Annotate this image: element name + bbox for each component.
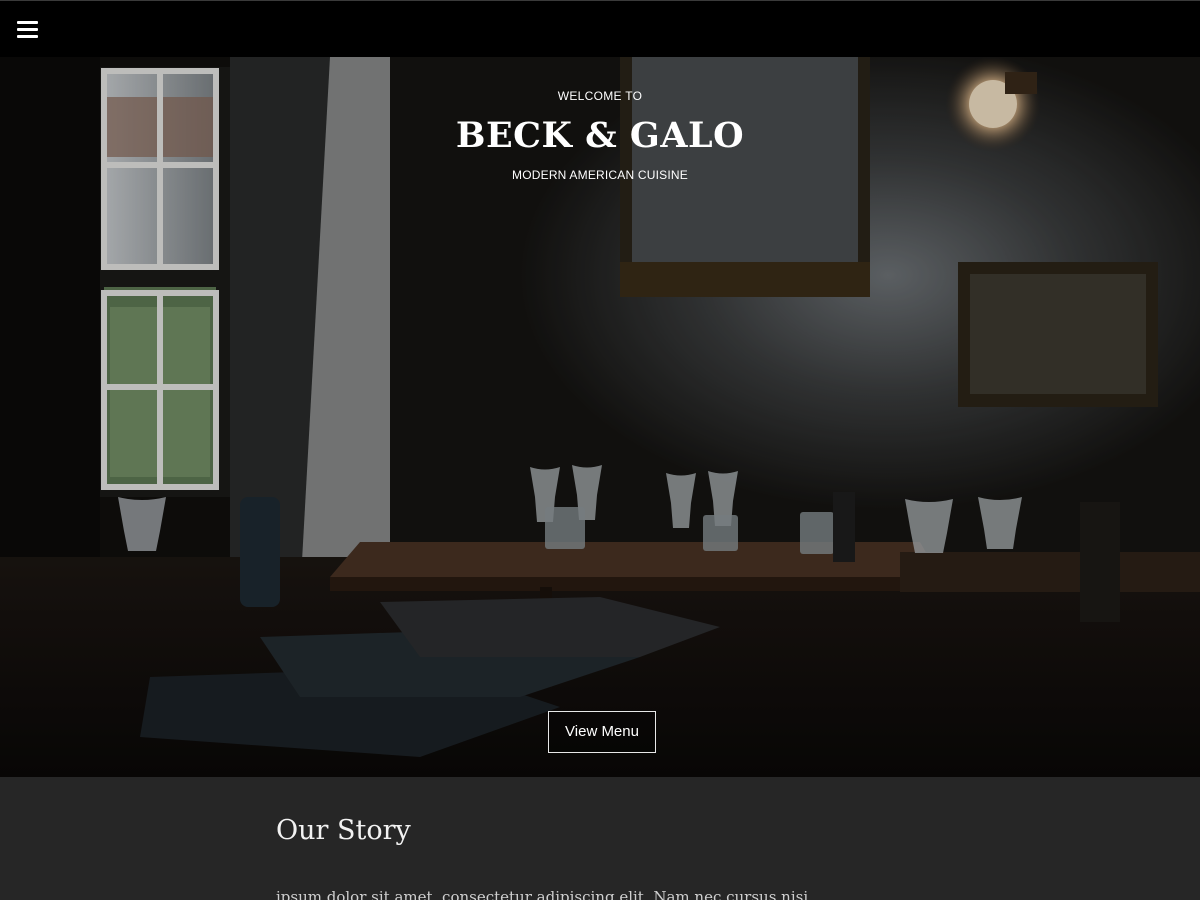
restaurant-interior-photo (0, 57, 1200, 777)
story-paragraph: ipsum dolor sit amet, consectetur adipis… (276, 888, 809, 900)
section-title: Our Story (276, 815, 411, 846)
brand-title: BECK & GALO (455, 115, 745, 156)
top-navigation-bar (0, 0, 1200, 57)
cuisine-tagline: MODERN AMERICAN CUISINE (512, 168, 688, 182)
view-menu-button[interactable]: View Menu (548, 711, 656, 753)
our-story-section: Our Story ipsum dolor sit amet, consecte… (0, 777, 1200, 900)
welcome-label: WELCOME TO (557, 89, 643, 103)
hamburger-menu-icon[interactable] (14, 18, 40, 40)
hero-section: WELCOME TO BECK & GALO MODERN AMERICAN C… (0, 57, 1200, 777)
